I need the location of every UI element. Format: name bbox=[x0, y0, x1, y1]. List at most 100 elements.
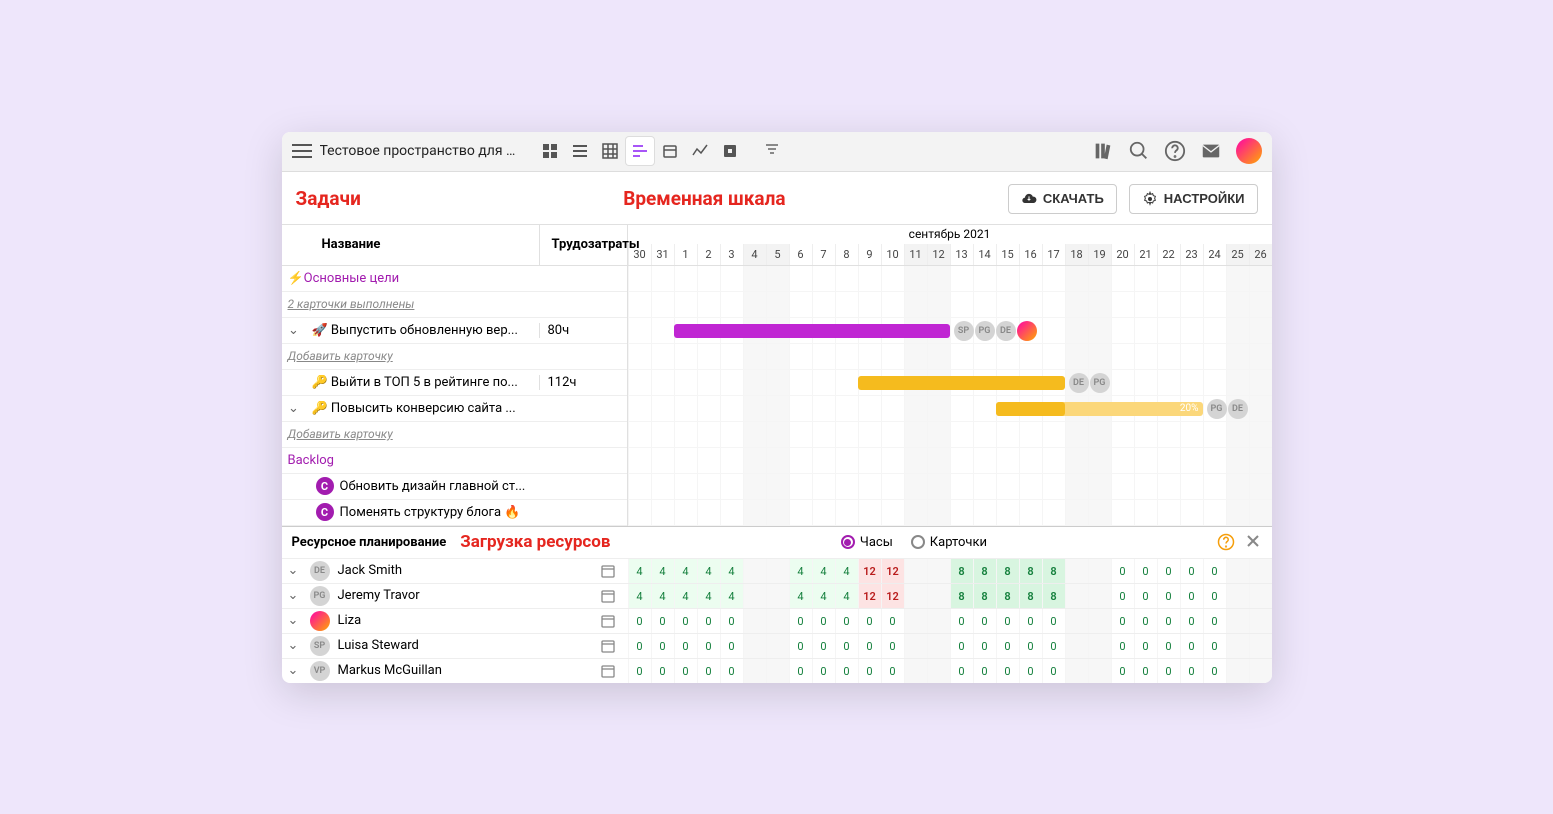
calendar-icon[interactable] bbox=[600, 588, 616, 604]
resource-cell bbox=[904, 634, 927, 658]
resource-cell: 12 bbox=[881, 584, 904, 608]
resource-cell: 0 bbox=[858, 634, 881, 658]
assignee-avatar[interactable]: PG bbox=[975, 321, 995, 341]
settings-button[interactable]: НАСТРОЙКИ bbox=[1129, 184, 1258, 214]
gantt-bar[interactable]: 20% bbox=[996, 402, 1203, 416]
resource-cell bbox=[1088, 609, 1111, 633]
topbar-actions bbox=[1092, 138, 1262, 164]
close-icon[interactable] bbox=[1245, 533, 1261, 549]
day-cell: 24 bbox=[1203, 244, 1226, 265]
resource-cell: 0 bbox=[628, 634, 651, 658]
workspace-name[interactable]: Тестовое пространство для с... bbox=[320, 143, 520, 159]
resource-help-icon[interactable] bbox=[1217, 533, 1235, 551]
month-label: сентябрь 2021 bbox=[628, 224, 1272, 244]
resource-cell: 0 bbox=[1019, 609, 1042, 633]
gantt-bar[interactable] bbox=[858, 376, 1065, 390]
view-board-icon[interactable] bbox=[536, 137, 564, 165]
filter-icon[interactable] bbox=[764, 141, 780, 161]
resource-cell: 4 bbox=[720, 584, 743, 608]
assignee-avatar[interactable] bbox=[1017, 321, 1037, 341]
view-timeline-icon[interactable] bbox=[626, 137, 654, 165]
resource-person-row[interactable]: ⌄Liza bbox=[282, 608, 628, 633]
task-row[interactable]: ⌄🚀 Выпустить обновленную вер...80ч bbox=[282, 318, 627, 344]
expand-icon[interactable]: ⌄ bbox=[282, 323, 306, 338]
chevron-down-icon[interactable]: ⌄ bbox=[288, 588, 302, 603]
chevron-down-icon[interactable]: ⌄ bbox=[288, 638, 302, 653]
resource-cell: 4 bbox=[628, 584, 651, 608]
view-switcher bbox=[536, 137, 744, 165]
assignee-avatar[interactable]: PG bbox=[1207, 399, 1227, 419]
resource-cell: 0 bbox=[858, 659, 881, 683]
resource-cell: 0 bbox=[1134, 584, 1157, 608]
task-row[interactable]: ⌄🔑 Повысить конверсию сайта ... bbox=[282, 396, 627, 422]
help-icon[interactable] bbox=[1164, 140, 1186, 162]
resource-cell: 0 bbox=[996, 609, 1019, 633]
radio-hours[interactable]: Часы bbox=[841, 535, 893, 550]
search-icon[interactable] bbox=[1128, 140, 1150, 162]
resource-people-list: ⌄DEJack Smith⌄PGJeremy Travor⌄Liza⌄SPLui… bbox=[282, 558, 628, 683]
day-cell: 16 bbox=[1019, 244, 1042, 265]
resource-cell: 0 bbox=[1111, 659, 1134, 683]
chevron-down-icon[interactable]: ⌄ bbox=[288, 563, 302, 578]
resource-person-row[interactable]: ⌄DEJack Smith bbox=[282, 558, 628, 583]
menu-icon[interactable] bbox=[292, 144, 312, 158]
resource-person-row[interactable]: ⌄PGJeremy Travor bbox=[282, 583, 628, 608]
gantt-bar[interactable] bbox=[674, 324, 950, 338]
books-icon[interactable] bbox=[1092, 140, 1114, 162]
resource-cell bbox=[1065, 584, 1088, 608]
day-cell: 10 bbox=[881, 244, 904, 265]
download-button[interactable]: СКАЧАТЬ bbox=[1008, 184, 1117, 214]
assignee-avatar[interactable]: SP bbox=[954, 321, 974, 341]
add-card-link[interactable]: Добавить карточку bbox=[282, 422, 627, 448]
chevron-down-icon[interactable]: ⌄ bbox=[288, 663, 302, 678]
resource-cell: 0 bbox=[1203, 634, 1226, 658]
resource-person-row[interactable]: ⌄SPLuisa Steward bbox=[282, 633, 628, 658]
group-header[interactable]: Backlog bbox=[282, 448, 627, 474]
resource-cell bbox=[743, 609, 766, 633]
view-archive-icon[interactable] bbox=[716, 137, 744, 165]
resource-cell: 8 bbox=[973, 559, 996, 583]
resource-cell: 4 bbox=[812, 584, 835, 608]
resource-cell: 0 bbox=[881, 659, 904, 683]
main: Название Трудозатраты ⚡Основные цели2 ка… bbox=[282, 224, 1272, 526]
day-cell: 2 bbox=[697, 244, 720, 265]
mail-icon[interactable] bbox=[1200, 140, 1222, 162]
resource-person-row[interactable]: ⌄VPMarkus McGuillan bbox=[282, 658, 628, 683]
task-row[interactable]: СПоменять структуру блога 🔥 bbox=[282, 500, 627, 526]
task-row[interactable]: СОбновить дизайн главной ст... bbox=[282, 474, 627, 500]
calendar-icon[interactable] bbox=[600, 638, 616, 654]
resource-cell: 0 bbox=[1157, 659, 1180, 683]
assignee-avatar[interactable]: PG bbox=[1090, 373, 1110, 393]
resource-cell bbox=[1088, 634, 1111, 658]
user-avatar[interactable] bbox=[1236, 138, 1262, 164]
view-calendar-icon[interactable] bbox=[656, 137, 684, 165]
day-cell: 11 bbox=[904, 244, 927, 265]
resource-cell: 8 bbox=[996, 584, 1019, 608]
radio-cards[interactable]: Карточки bbox=[911, 535, 987, 550]
chevron-down-icon[interactable]: ⌄ bbox=[288, 613, 302, 628]
view-chart-icon[interactable] bbox=[686, 137, 714, 165]
assignee-avatar[interactable]: DE bbox=[1228, 399, 1248, 419]
calendar-icon[interactable] bbox=[600, 663, 616, 679]
calendar-icon[interactable] bbox=[600, 563, 616, 579]
timeline-panel: сентябрь 2021 30311234567891011121314151… bbox=[628, 224, 1272, 526]
assignee-avatar[interactable]: DE bbox=[1069, 373, 1089, 393]
assignee-avatar[interactable]: DE bbox=[996, 321, 1016, 341]
group-subtext[interactable]: 2 карточки выполнены bbox=[282, 292, 627, 318]
resource-cell: 0 bbox=[1180, 659, 1203, 683]
timeline-section-label: Временная шкала bbox=[413, 187, 996, 210]
expand-icon[interactable]: ⌄ bbox=[282, 401, 306, 416]
view-list-icon[interactable] bbox=[566, 137, 594, 165]
day-cell: 19 bbox=[1088, 244, 1111, 265]
add-card-link[interactable]: Добавить карточку bbox=[282, 344, 627, 370]
effort-value[interactable]: 112ч bbox=[539, 375, 627, 390]
effort-value[interactable]: 80ч bbox=[539, 323, 627, 338]
view-table-icon[interactable] bbox=[596, 137, 624, 165]
resource-cell: 4 bbox=[674, 559, 697, 583]
resource-cell bbox=[743, 584, 766, 608]
task-row[interactable]: 🔑 Выйти в ТОП 5 в рейтинге по...112ч bbox=[282, 370, 627, 396]
resource-cell bbox=[1249, 609, 1272, 633]
resource-cell: 8 bbox=[1042, 584, 1065, 608]
group-header[interactable]: ⚡Основные цели bbox=[282, 266, 627, 292]
calendar-icon[interactable] bbox=[600, 613, 616, 629]
